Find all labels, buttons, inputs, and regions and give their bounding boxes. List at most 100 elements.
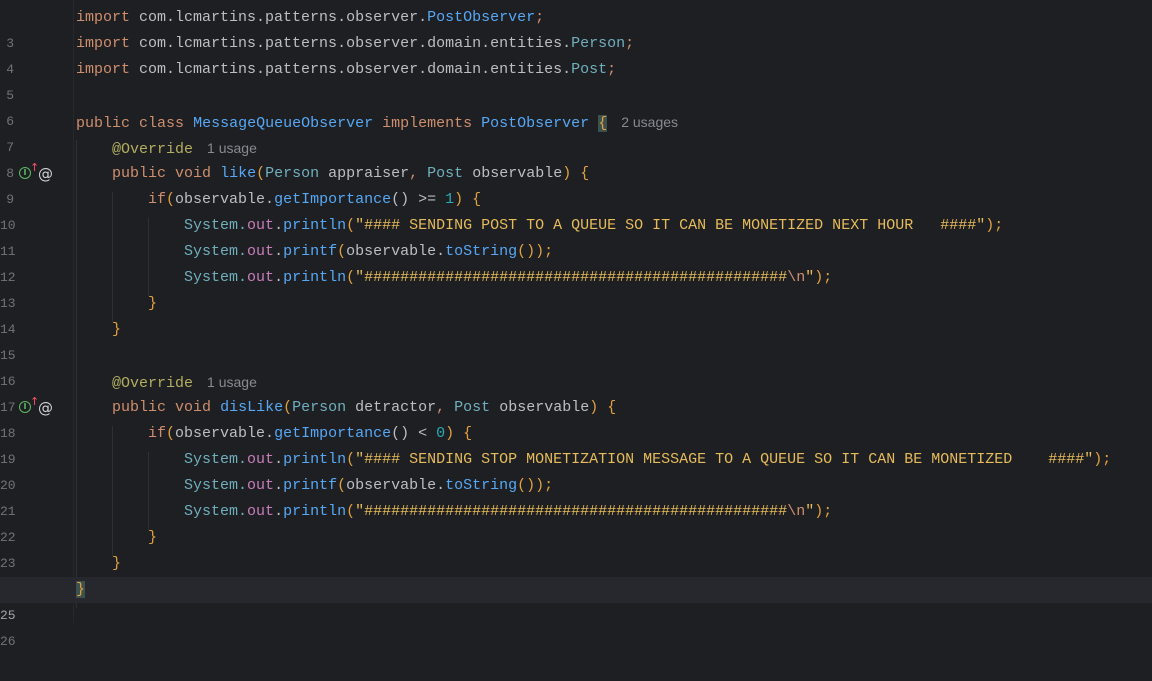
dot: . [274, 217, 284, 234]
paren: ()); [517, 477, 554, 494]
matched-brace: { [598, 115, 608, 132]
gutter-icons[interactable]: I ↑ @ [19, 161, 59, 187]
paren: ) [454, 191, 464, 208]
code-line[interactable]: 14 } [0, 291, 1152, 337]
code-line[interactable]: 5 import com.lcmartins.patterns.observer… [0, 57, 1152, 103]
keyword: public [112, 165, 167, 182]
keyword: implements [382, 115, 473, 132]
parameter-name: observable [463, 165, 563, 182]
escape-sequence: \n [787, 269, 806, 286]
brace: } [148, 295, 158, 312]
semicolon: ; [607, 61, 617, 78]
paren: ) [445, 425, 455, 442]
static-field: out [247, 477, 275, 494]
keyword: class [139, 115, 185, 132]
code-line[interactable]: 22 System.out.println("#################… [0, 499, 1152, 545]
dot: . [274, 243, 284, 260]
static-field: out [247, 503, 275, 520]
code-line[interactable]: 4 import com.lcmartins.patterns.observer… [0, 31, 1152, 77]
class-name: PostObserver [427, 9, 536, 26]
at-icon[interactable]: @ [38, 395, 53, 421]
at-icon[interactable]: @ [38, 161, 53, 187]
current-code-line[interactable]: 25 } [0, 577, 1152, 623]
string-literal: "#######################################… [355, 269, 788, 286]
number-literal: 0 [436, 425, 446, 442]
method-name: like [220, 165, 257, 182]
code-line[interactable]: 16 [0, 343, 1152, 389]
code-line[interactable]: 26 [0, 603, 1152, 649]
code-line[interactable]: 24 } [0, 551, 1152, 597]
code-line[interactable]: 9 I ↑ @ public void like(Person appraise… [0, 161, 1152, 208]
keyword: void [175, 165, 212, 182]
paren: ( [346, 217, 356, 234]
paren: ( [346, 503, 356, 520]
code-line[interactable]: 7 public class MessageQueueObserver impl… [0, 109, 1152, 155]
string-literal: "#### SENDING STOP MONETIZATION MESSAGE … [355, 451, 1094, 468]
variable: observable. [175, 425, 275, 442]
code-line[interactable]: 20 System.out.println("#### SENDING STOP… [0, 447, 1152, 493]
paren: ( [346, 269, 356, 286]
type-name: Person [292, 399, 347, 416]
method-call: printf [283, 243, 338, 260]
method-call: toString [445, 243, 518, 260]
static-field: out [247, 269, 275, 286]
code-line[interactable]: 3 import com.lcmartins.patterns.observer… [0, 5, 1152, 51]
usages-hint[interactable]: 2 usages [621, 114, 678, 130]
code-line[interactable]: 23 } [0, 525, 1152, 571]
parameter-name: appraiser [319, 165, 410, 182]
paren: ( [283, 399, 293, 416]
keyword: import [76, 61, 131, 78]
number-literal: 1 [445, 191, 455, 208]
method-call: getImportance [274, 425, 392, 442]
type-name: Person [265, 165, 320, 182]
paren: ); [814, 503, 833, 520]
matched-brace: } [76, 581, 86, 598]
code-line[interactable]: 15 } [0, 317, 1152, 363]
parameter-name: observable [490, 399, 590, 416]
method-call: println [283, 451, 347, 468]
annotation: @Override [112, 141, 194, 158]
brace: { [580, 165, 590, 182]
dot: . [274, 503, 284, 520]
paren: ( [256, 165, 266, 182]
code-line[interactable]: 18 I ↑ @ public void disLike(Person detr… [0, 395, 1152, 442]
usages-hint[interactable]: 1 usage [207, 140, 257, 156]
static-field: out [247, 243, 275, 260]
paren: ) [589, 399, 599, 416]
brace: { [472, 191, 482, 208]
class-name: System. [184, 503, 248, 520]
usages-hint[interactable]: 1 usage [207, 374, 257, 390]
code-line[interactable]: 17 @Override 1 usage [0, 369, 1152, 415]
package-path: com.lcmartins.patterns.observer.domain.e… [139, 35, 572, 52]
package-path: com.lcmartins.patterns.observer. [139, 9, 428, 26]
code-editor[interactable]: 3 import com.lcmartins.patterns.observer… [0, 0, 1152, 649]
code-line[interactable]: 10 if(observable.getImportance() >= 1) { [0, 187, 1152, 233]
code-line[interactable]: 21 System.out.printf(observable.toString… [0, 473, 1152, 519]
string-literal: " [805, 503, 815, 520]
brace: { [607, 399, 617, 416]
code-line[interactable]: 6 [0, 83, 1152, 129]
code-line[interactable]: 8 @Override 1 usage [0, 135, 1152, 181]
brace: } [112, 555, 122, 572]
brace: } [112, 321, 122, 338]
string-literal: "#### SENDING POST TO A QUEUE SO IT CAN … [355, 217, 986, 234]
class-name: Person [571, 35, 626, 52]
keyword: public [76, 115, 131, 132]
method-call: println [283, 217, 347, 234]
class-name: System. [184, 217, 248, 234]
paren: ()); [517, 243, 554, 260]
code-line[interactable]: 13 System.out.println("#################… [0, 265, 1152, 311]
code-line[interactable]: 12 System.out.printf(observable.toString… [0, 239, 1152, 285]
comma: , [436, 399, 446, 416]
code-line[interactable]: 19 if(observable.getImportance() < 0) { [0, 421, 1152, 467]
operator: () >= [391, 191, 446, 208]
gutter-icons[interactable]: I ↑ @ [19, 395, 59, 421]
method-name: disLike [220, 399, 284, 416]
class-name: Post [571, 61, 608, 78]
method-call: toString [445, 477, 518, 494]
variable: observable. [346, 243, 446, 260]
keyword: if [148, 191, 167, 208]
code-line[interactable]: 11 System.out.println("#### SENDING POST… [0, 213, 1152, 259]
paren: ) [562, 165, 572, 182]
semicolon: ; [535, 9, 545, 26]
